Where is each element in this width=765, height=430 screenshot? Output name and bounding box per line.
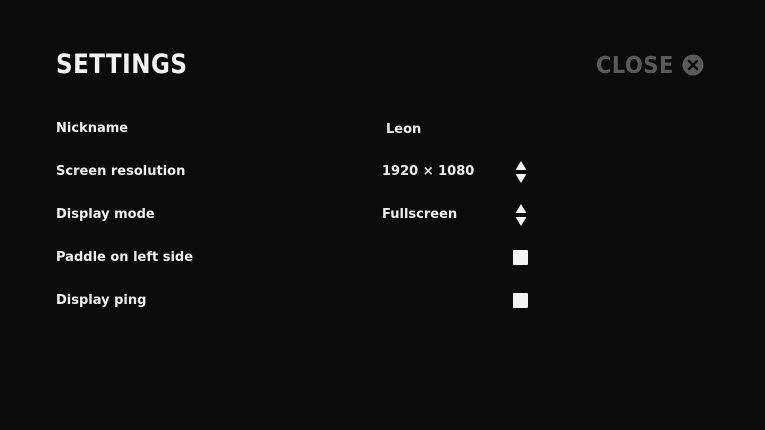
paddle-left-label: Paddle on left side <box>56 250 194 265</box>
paddle-left-checkbox[interactable] <box>513 250 528 265</box>
display-mode-stepper-icon[interactable] <box>514 202 528 228</box>
page-title: SETTINGS <box>56 50 188 80</box>
setting-row-nickname: Nickname <box>56 118 576 140</box>
setting-row-display-mode: Display mode Fullscreen <box>56 204 576 226</box>
setting-row-display-ping: Display ping <box>56 290 576 312</box>
close-button[interactable]: CLOSE <box>596 52 704 78</box>
setting-row-resolution: Screen resolution 1920 × 1080 <box>56 161 576 183</box>
settings-panel: SETTINGS CLOSE Nickname Screen resolutio… <box>0 0 765 430</box>
display-ping-checkbox[interactable] <box>513 293 528 308</box>
setting-row-paddle-left: Paddle on left side <box>56 247 576 269</box>
display-mode-value: Fullscreen <box>382 207 458 222</box>
display-mode-label: Display mode <box>56 207 155 222</box>
resolution-stepper-icon[interactable] <box>514 159 528 185</box>
nickname-input[interactable] <box>382 118 506 140</box>
close-circle-icon[interactable] <box>682 54 704 76</box>
resolution-label: Screen resolution <box>56 164 186 179</box>
close-label: CLOSE <box>596 51 674 79</box>
display-ping-label: Display ping <box>56 293 147 308</box>
resolution-value: 1920 × 1080 <box>382 164 475 179</box>
nickname-label: Nickname <box>56 121 129 136</box>
